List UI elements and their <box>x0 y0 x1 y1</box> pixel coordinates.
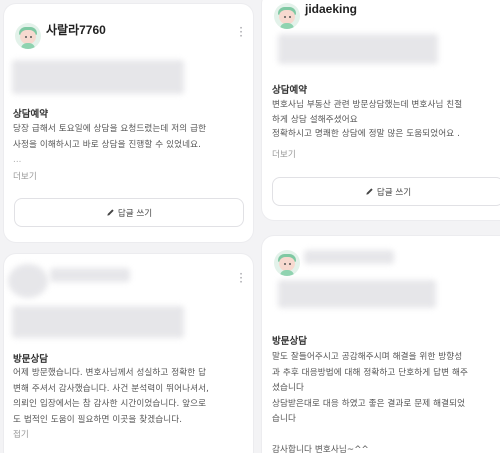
reply-button[interactable]: 답글 쓰기 <box>14 198 244 227</box>
blurred-content <box>278 34 438 64</box>
show-less-link[interactable]: 접기 <box>13 428 29 440</box>
pencil-icon <box>366 188 373 195</box>
review-card: 방문상담 말도 잘들어주시고 공감해주시며 해결을 위한 방향성 과 추후 대응… <box>262 236 500 453</box>
avatar[interactable] <box>274 3 300 29</box>
review-card: 사랄라7760 · · · 상담예약 당장 급해서 토요일에 상담을 요청드렸는데 … <box>4 4 253 242</box>
review-card: jidaeking 상담예약 변호사님 부동산 관련 방문상담했는데 변호사님 … <box>262 0 500 220</box>
reply-button-label: 답글 쓰기 <box>117 208 153 219</box>
blurred-name <box>304 250 394 264</box>
avatar[interactable] <box>274 250 300 276</box>
more-options-icon[interactable]: · · · <box>238 22 244 42</box>
review-category: 상담예약 <box>272 85 307 96</box>
blurred-name <box>50 268 130 282</box>
review-text: 변호사님 부동산 관련 방문상담했는데 변호사님 친절 하게 상담 설해주셨어요… <box>272 100 463 139</box>
avatar[interactable] <box>15 23 41 49</box>
review-text: 어제 방문했습니다. 변호사님께서 성실하고 정확한 답 변해 주셔서 감사했습… <box>13 368 209 425</box>
review-category: 상담예약 <box>13 109 48 120</box>
review-text: 말도 잘들어주시고 공감해주시며 해결을 위한 방향성 과 추후 대응방법에 대… <box>272 352 468 453</box>
blurred-content <box>12 60 184 94</box>
reply-button[interactable]: 답글 쓰기 <box>272 177 500 206</box>
review-text: 당장 급해서 토요일에 상담을 요청드렸는데 저의 급한 사정을 이해하시고 바… <box>13 124 207 165</box>
review-category: 방문상담 <box>272 336 307 347</box>
more-options-icon[interactable]: · · · <box>238 268 244 288</box>
review-category: 방문상담 <box>13 354 48 365</box>
reviewer-name[interactable]: 사랄라7760 <box>46 21 106 38</box>
pencil-icon <box>107 209 114 216</box>
reviewer-name[interactable]: jidaeking <box>305 2 357 16</box>
reply-button-label: 답글 쓰기 <box>376 187 412 198</box>
blurred-content <box>12 306 184 338</box>
review-card: · · · 방문상담 어제 방문했습니다. 변호사님께서 성실하고 정확한 답 변해… <box>4 254 253 453</box>
blurred-avatar <box>8 264 48 298</box>
show-more-link[interactable]: 더보기 <box>272 148 296 160</box>
blurred-content <box>278 280 436 308</box>
show-more-link[interactable]: 더보기 <box>13 170 37 182</box>
